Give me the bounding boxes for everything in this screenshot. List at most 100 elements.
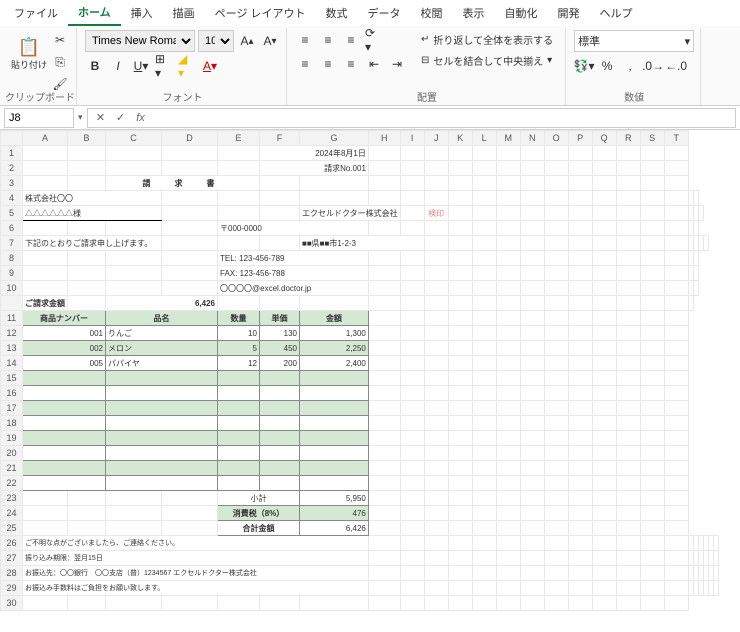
cell[interactable]: お振込み手数料はご負担をお願い致します。 (23, 581, 369, 596)
cell[interactable] (448, 551, 472, 566)
cell[interactable] (424, 326, 448, 341)
cell[interactable] (544, 191, 568, 206)
cell[interactable] (260, 296, 300, 311)
cell[interactable] (544, 206, 568, 221)
cell[interactable] (568, 341, 592, 356)
cell[interactable] (592, 581, 616, 596)
cell[interactable] (640, 521, 664, 536)
cell[interactable] (496, 326, 520, 341)
cell[interactable] (496, 206, 520, 221)
row-header-20[interactable]: 20 (1, 446, 23, 461)
cell[interactable] (448, 401, 472, 416)
cell[interactable] (424, 461, 448, 476)
cell[interactable] (664, 566, 688, 581)
cell[interactable] (106, 266, 162, 281)
cell[interactable] (68, 176, 106, 191)
cell[interactable] (424, 566, 448, 581)
cell[interactable] (640, 296, 664, 311)
cell[interactable] (568, 221, 592, 236)
cell[interactable] (448, 506, 472, 521)
cell[interactable] (424, 446, 448, 461)
cell[interactable] (260, 176, 300, 191)
cell[interactable] (640, 401, 664, 416)
cell[interactable] (713, 566, 718, 581)
cell[interactable] (616, 551, 640, 566)
name-box[interactable] (4, 108, 74, 128)
cell[interactable] (368, 311, 400, 326)
cell[interactable] (260, 206, 300, 221)
cell[interactable] (448, 206, 472, 221)
cell[interactable] (424, 146, 448, 161)
cell[interactable] (568, 446, 592, 461)
cell[interactable] (496, 146, 520, 161)
row-header-17[interactable]: 17 (1, 401, 23, 416)
cell[interactable]: ご不明な点がございましたら、ご連絡ください。 (23, 536, 369, 551)
menu-開発[interactable]: 開発 (548, 1, 590, 25)
col-header-K[interactable]: K (448, 131, 472, 146)
cell[interactable] (260, 431, 300, 446)
cell[interactable] (592, 221, 616, 236)
cell[interactable] (496, 251, 520, 266)
cell[interactable] (368, 506, 400, 521)
cell[interactable] (23, 386, 106, 401)
cell[interactable] (106, 461, 218, 476)
cell[interactable] (448, 416, 472, 431)
cell[interactable] (106, 446, 218, 461)
cell[interactable] (448, 356, 472, 371)
cell[interactable] (520, 446, 544, 461)
cell[interactable] (616, 536, 640, 551)
cell[interactable] (640, 446, 664, 461)
cell[interactable] (218, 296, 260, 311)
row-header-23[interactable]: 23 (1, 491, 23, 506)
cell[interactable] (592, 251, 616, 266)
increase-indent-icon[interactable]: ⇥ (387, 54, 407, 74)
cell[interactable] (260, 371, 300, 386)
cell[interactable]: 1,300 (300, 326, 369, 341)
cell[interactable] (300, 386, 369, 401)
row-header-22[interactable]: 22 (1, 476, 23, 491)
cell[interactable] (260, 476, 300, 491)
name-box-dropdown-icon[interactable]: ▾ (78, 112, 83, 123)
cell[interactable] (300, 476, 369, 491)
cell[interactable] (640, 146, 664, 161)
cell[interactable] (472, 191, 496, 206)
cell[interactable] (300, 431, 369, 446)
row-header-16[interactable]: 16 (1, 386, 23, 401)
cell[interactable] (496, 221, 520, 236)
cell[interactable] (520, 251, 544, 266)
cell[interactable] (448, 251, 472, 266)
cell[interactable] (520, 326, 544, 341)
confirm-icon[interactable]: ✓ (112, 111, 130, 124)
cell[interactable] (592, 356, 616, 371)
row-header-4[interactable]: 4 (1, 191, 23, 206)
cell[interactable] (300, 296, 369, 311)
cell[interactable] (472, 476, 496, 491)
cell[interactable] (664, 251, 688, 266)
cell[interactable] (106, 281, 162, 296)
cell[interactable] (664, 221, 688, 236)
cell[interactable] (544, 176, 568, 191)
cell[interactable] (218, 386, 260, 401)
select-all-corner[interactable] (1, 131, 23, 146)
cell[interactable] (368, 446, 400, 461)
cell[interactable]: 請 求 書 (106, 176, 260, 191)
cell[interactable] (106, 251, 162, 266)
cell[interactable]: 消費税（8%） (218, 506, 300, 521)
cell[interactable] (496, 191, 520, 206)
increase-font-icon[interactable]: A▴ (237, 31, 257, 51)
cell[interactable] (448, 386, 472, 401)
cell[interactable] (616, 521, 640, 536)
cell[interactable] (520, 506, 544, 521)
cell[interactable] (568, 326, 592, 341)
cell[interactable] (23, 491, 68, 506)
cell[interactable] (616, 176, 640, 191)
row-header-13[interactable]: 13 (1, 341, 23, 356)
cell[interactable] (640, 386, 664, 401)
cell[interactable] (300, 446, 369, 461)
cell[interactable] (472, 521, 496, 536)
cell[interactable] (592, 176, 616, 191)
cell[interactable] (616, 296, 640, 311)
italic-button[interactable]: I (108, 56, 128, 76)
row-header-11[interactable]: 11 (1, 311, 23, 326)
cell[interactable]: 〒000-0000 (218, 221, 369, 236)
